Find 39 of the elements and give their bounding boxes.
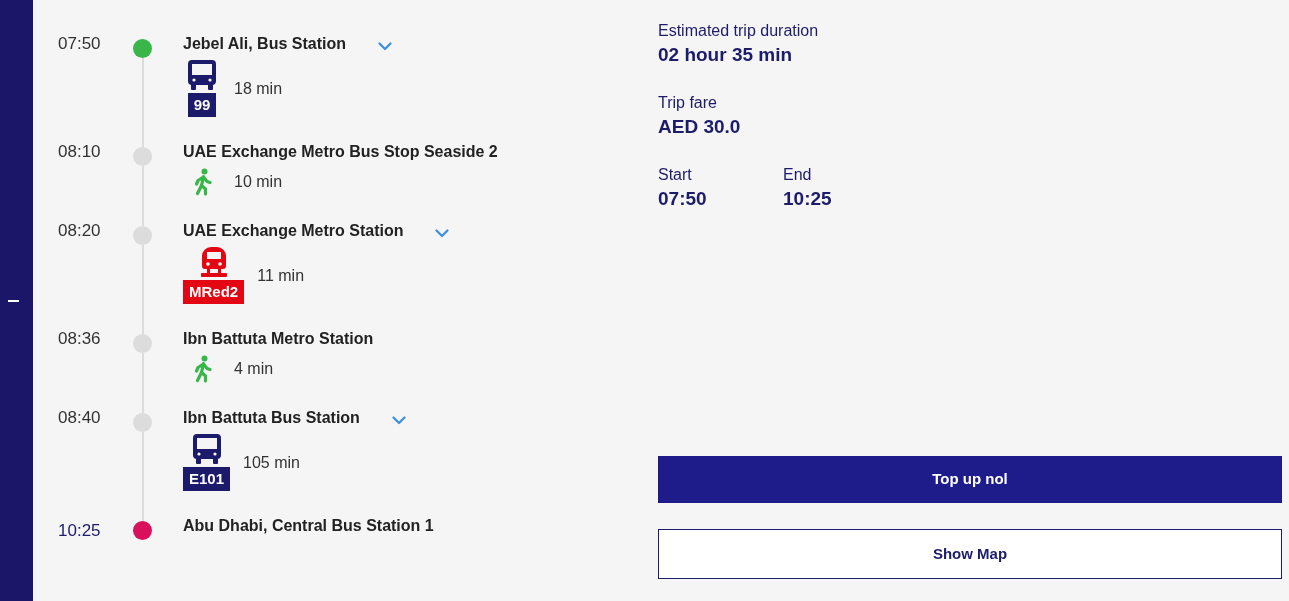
- minus-icon[interactable]: [8, 299, 19, 302]
- chevron-down-icon[interactable]: [435, 229, 450, 238]
- chevron-down-icon[interactable]: [378, 42, 392, 51]
- summary-label: Trip fare: [658, 93, 717, 113]
- show-map-button[interactable]: Show Map: [658, 529, 1282, 579]
- summary-label: Start: [658, 165, 692, 185]
- summary-value: 07:50: [658, 187, 707, 211]
- stop-time: 08:20: [58, 221, 101, 241]
- stop-name: UAE Exchange Metro Bus Stop Seaside 2: [183, 142, 498, 162]
- summary-value: 10:25: [783, 187, 832, 211]
- stop-time: 08:10: [58, 142, 101, 162]
- stop-name: Abu Dhabi, Central Bus Station 1: [183, 516, 434, 536]
- stop-time: 10:25: [58, 521, 101, 541]
- bus-icon: [188, 60, 216, 90]
- route-label: E101: [183, 467, 231, 491]
- stop-name: Ibn Battuta Bus Station: [183, 408, 360, 428]
- stop-name: Ibn Battuta Metro Station: [183, 329, 374, 349]
- leg-duration: 105 min: [243, 452, 300, 473]
- route-label: MRed2: [183, 280, 245, 304]
- stop-name: Jebel Ali, Bus Station: [183, 34, 346, 54]
- top-up-button[interactable]: Top up nol: [658, 456, 1282, 503]
- stop-time: 08:36: [58, 329, 101, 349]
- route-label: 99: [187, 93, 217, 117]
- leg-duration: 18 min: [234, 78, 283, 99]
- summary-label: Estimated trip duration: [658, 21, 819, 41]
- summary-value: 02 hour 35 min: [658, 43, 793, 67]
- leg-duration: 10 min: [234, 172, 283, 192]
- summary-label: End: [783, 165, 812, 185]
- leg-duration: 11 min: [257, 265, 305, 286]
- walking-person-icon: [192, 355, 212, 383]
- walking-person-icon: [192, 168, 212, 196]
- bus-icon: [192, 434, 221, 464]
- stop-time: 08:40: [58, 408, 101, 428]
- leg-duration: 4 min: [234, 359, 274, 379]
- summary-value: AED 30.0: [658, 115, 741, 139]
- stop-time: 07:50: [58, 34, 101, 54]
- stop-name: UAE Exchange Metro Station: [183, 221, 404, 241]
- chevron-down-icon[interactable]: [391, 416, 406, 425]
- train-icon: [200, 247, 227, 277]
